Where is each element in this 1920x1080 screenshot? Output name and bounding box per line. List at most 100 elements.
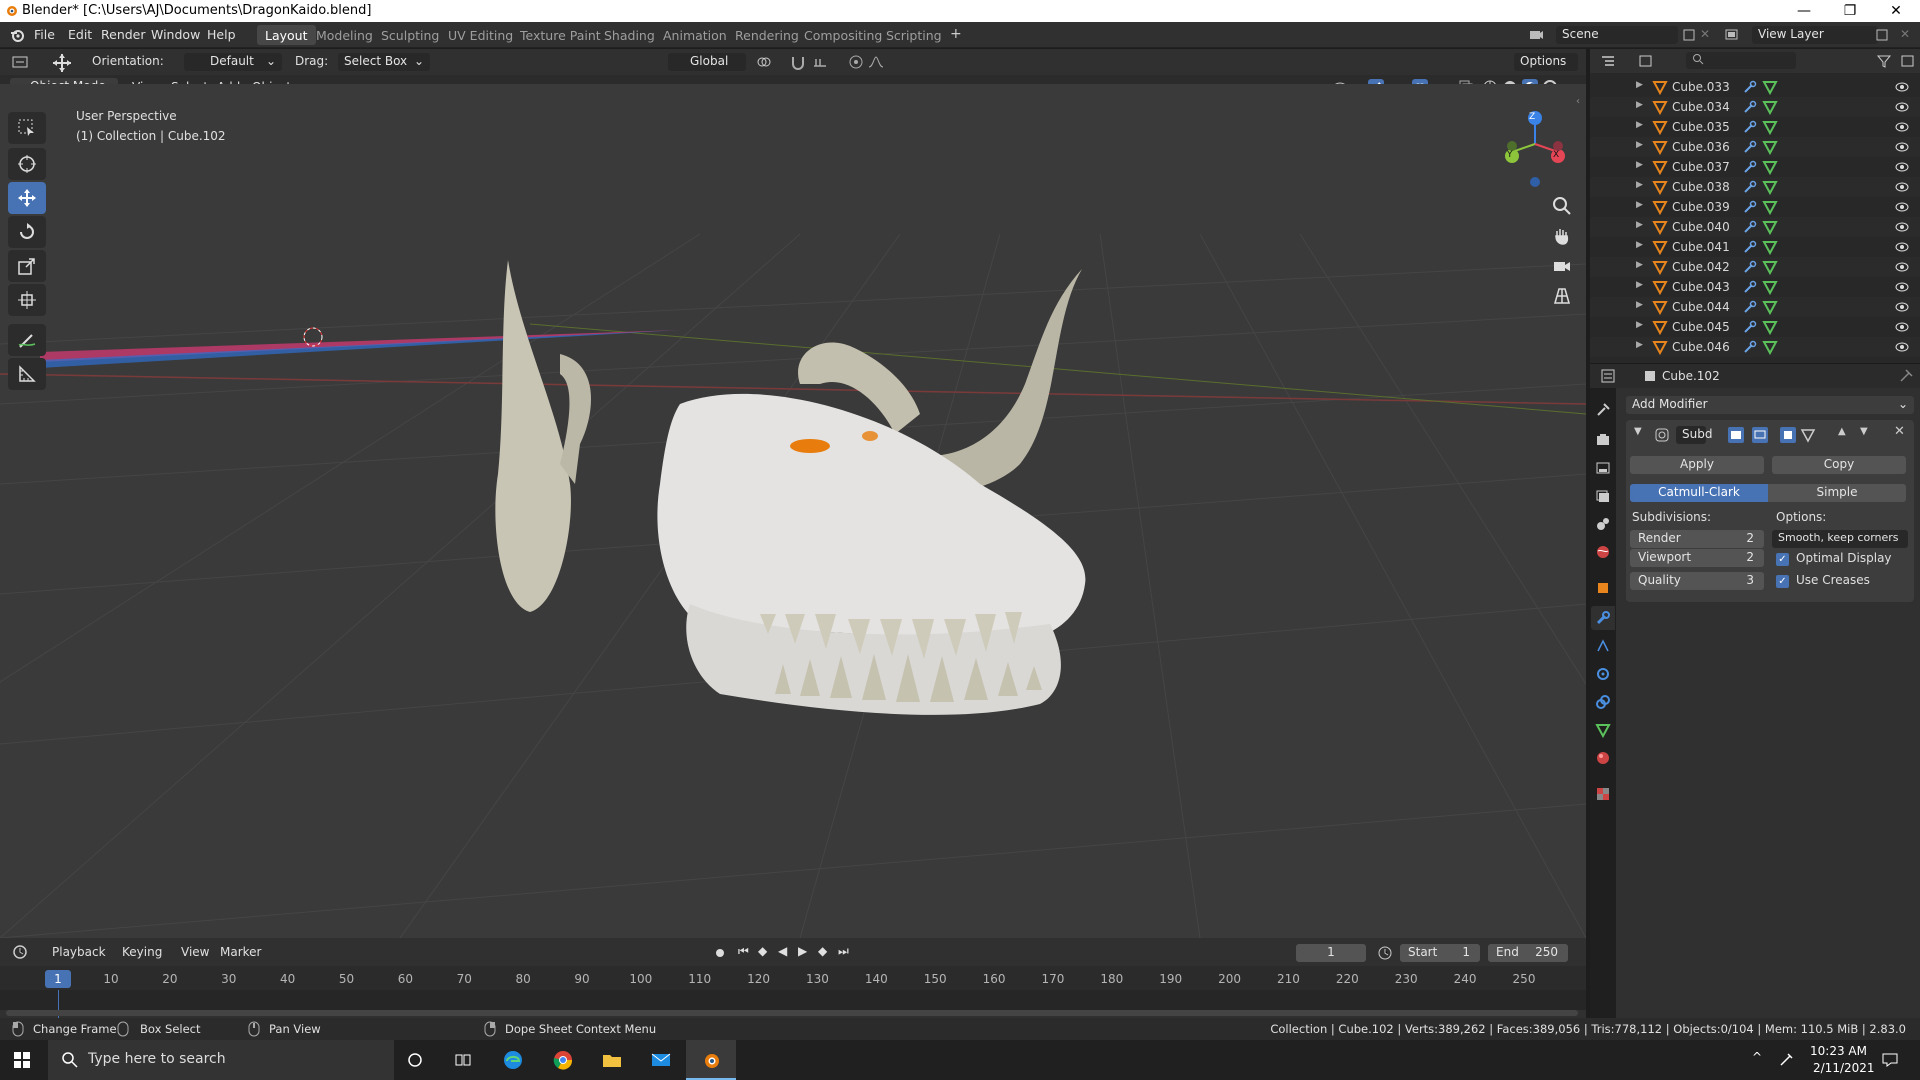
- menu-window[interactable]: Window: [151, 27, 200, 42]
- navigation-gizmo[interactable]: [1505, 111, 1565, 187]
- eye-visibility-icon[interactable]: [1894, 179, 1910, 195]
- frame-end-field[interactable]: End 250: [1488, 944, 1568, 962]
- expand-arrow-icon[interactable]: ▶: [1636, 340, 1643, 350]
- outliner-item-label[interactable]: Cube.037: [1672, 160, 1730, 174]
- scene-tab-icon[interactable]: [1595, 516, 1611, 532]
- close-button[interactable]: ✕: [1873, 0, 1919, 22]
- timeline-menu-keying[interactable]: Keying: [122, 945, 162, 959]
- menu-help[interactable]: Help: [207, 27, 236, 42]
- outliner-item-label[interactable]: Cube.036: [1672, 140, 1730, 154]
- jump-start-icon[interactable]: ⏮: [738, 944, 749, 959]
- add-workspace-button[interactable]: +: [942, 23, 970, 43]
- expand-arrow-icon[interactable]: ▶: [1636, 100, 1643, 110]
- expand-arrow-icon[interactable]: ▶: [1636, 180, 1643, 190]
- tab-texture-paint[interactable]: Texture Paint: [512, 25, 609, 45]
- outliner-item-label[interactable]: Cube.042: [1672, 260, 1730, 274]
- select-box-tool[interactable]: [8, 112, 46, 144]
- uv-smooth-dropdown[interactable]: Smooth, keep corners: [1772, 530, 1908, 548]
- outliner-item-label[interactable]: Cube.038: [1672, 180, 1730, 194]
- particles-tab-icon[interactable]: [1595, 638, 1611, 654]
- outliner-item-label[interactable]: Cube.039: [1672, 200, 1730, 214]
- zoom-icon[interactable]: [1552, 196, 1572, 216]
- falloff-icon[interactable]: [868, 54, 884, 70]
- timeline-menu-view[interactable]: View: [181, 945, 209, 959]
- modifier-wrench-icon[interactable]: [1742, 119, 1758, 135]
- frame-start-field[interactable]: Start 1: [1400, 944, 1480, 962]
- taskbar-search-box[interactable]: Type here to search: [48, 1040, 394, 1080]
- windows-start-icon[interactable]: [14, 1052, 30, 1068]
- eye-visibility-icon[interactable]: [1894, 199, 1910, 215]
- sidebar-toggle-icon[interactable]: ‹: [1576, 96, 1580, 107]
- play-icon[interactable]: ▶: [798, 944, 807, 958]
- edge-browser-icon[interactable]: [503, 1050, 523, 1070]
- outliner-row[interactable]: ▶ Cube.037: [1590, 157, 1920, 177]
- view-layer-icon[interactable]: [1724, 27, 1740, 43]
- eye-visibility-icon[interactable]: [1894, 99, 1910, 115]
- expand-arrow-icon[interactable]: ▶: [1636, 80, 1643, 90]
- measure-tool[interactable]: [8, 358, 46, 390]
- timeline-editor-icon[interactable]: [12, 944, 28, 960]
- outliner-item-label[interactable]: Cube.044: [1672, 300, 1730, 314]
- proportional-edit-icon[interactable]: [848, 54, 864, 70]
- remove-scene-icon[interactable]: ✕: [1700, 27, 1710, 41]
- expand-arrow-icon[interactable]: ▶: [1636, 260, 1643, 270]
- mesh-data-icon[interactable]: [1762, 279, 1778, 295]
- render-tab-icon[interactable]: [1595, 432, 1611, 448]
- modifier-wrench-icon[interactable]: [1742, 259, 1758, 275]
- perspective-toggle-icon[interactable]: [1552, 286, 1572, 306]
- show-hidden-icons-icon[interactable]: ^: [1752, 1050, 1762, 1064]
- timeline-menu-marker[interactable]: Marker: [220, 945, 261, 959]
- pivot-point-icon[interactable]: [756, 54, 772, 70]
- tab-shading[interactable]: Shading: [596, 25, 663, 45]
- new-collection-icon[interactable]: [1900, 53, 1916, 69]
- scene-icon[interactable]: [1528, 27, 1544, 43]
- mesh-data-icon[interactable]: [1762, 239, 1778, 255]
- copy-button[interactable]: Copy: [1772, 456, 1906, 474]
- viewport-toggle-icon[interactable]: [1752, 427, 1768, 443]
- remove-modifier-icon[interactable]: ✕: [1894, 424, 1905, 439]
- timeline-scrollbar[interactable]: [6, 1010, 1578, 1016]
- mesh-data-icon[interactable]: [1762, 299, 1778, 315]
- blender-taskbar-button[interactable]: [686, 1040, 736, 1080]
- next-keyframe-icon[interactable]: ◆: [818, 944, 827, 958]
- eye-visibility-icon[interactable]: [1894, 319, 1910, 335]
- new-view-layer-icon[interactable]: [1874, 27, 1890, 43]
- mail-icon[interactable]: [651, 1050, 671, 1070]
- modifier-tab-icon[interactable]: [1595, 610, 1611, 626]
- modifier-wrench-icon[interactable]: [1742, 319, 1758, 335]
- mesh-data-icon[interactable]: [1762, 319, 1778, 335]
- eye-visibility-icon[interactable]: [1894, 79, 1910, 95]
- modifier-wrench-icon[interactable]: [1742, 159, 1758, 175]
- tab-compositing[interactable]: Compositing: [796, 25, 890, 45]
- tab-animation[interactable]: Animation: [655, 25, 735, 45]
- timeline-menu-playback[interactable]: Playback: [52, 945, 106, 959]
- eye-visibility-icon[interactable]: [1894, 119, 1910, 135]
- outliner-row[interactable]: ▶ Cube.033: [1590, 77, 1920, 97]
- apply-button[interactable]: Apply: [1630, 456, 1764, 474]
- optimal-display-checkbox[interactable]: ✓: [1776, 553, 1789, 566]
- move-down-icon[interactable]: ▼: [1860, 426, 1868, 437]
- outliner-search-input[interactable]: [1686, 52, 1796, 69]
- eye-visibility-icon[interactable]: [1894, 139, 1910, 155]
- expand-arrow-icon[interactable]: ▶: [1636, 280, 1643, 290]
- editor-type-icon[interactable]: [12, 54, 28, 70]
- scene-selector[interactable]: Scene: [1556, 26, 1678, 44]
- mesh-data-icon[interactable]: [1762, 79, 1778, 95]
- annotate-tool[interactable]: [8, 324, 46, 356]
- cursor-tool[interactable]: [8, 148, 46, 180]
- cortana-icon[interactable]: [407, 1052, 423, 1068]
- outliner-row[interactable]: ▶ Cube.041: [1590, 237, 1920, 257]
- menu-file[interactable]: File: [34, 27, 55, 42]
- tab-layout[interactable]: Layout: [257, 25, 316, 45]
- mesh-data-icon[interactable]: [1762, 339, 1778, 355]
- expand-arrow-icon[interactable]: ▶: [1636, 220, 1643, 230]
- modifier-wrench-icon[interactable]: [1742, 179, 1758, 195]
- modifier-wrench-icon[interactable]: [1742, 199, 1758, 215]
- expand-arrow-icon[interactable]: ▶: [1636, 160, 1643, 170]
- drag-dropdown[interactable]: Select Box ⌄: [338, 53, 430, 71]
- eye-visibility-icon[interactable]: [1894, 259, 1910, 275]
- mesh-data-icon[interactable]: [1762, 99, 1778, 115]
- modifier-wrench-icon[interactable]: [1742, 219, 1758, 235]
- menu-render[interactable]: Render: [101, 27, 146, 42]
- eye-visibility-icon[interactable]: [1894, 239, 1910, 255]
